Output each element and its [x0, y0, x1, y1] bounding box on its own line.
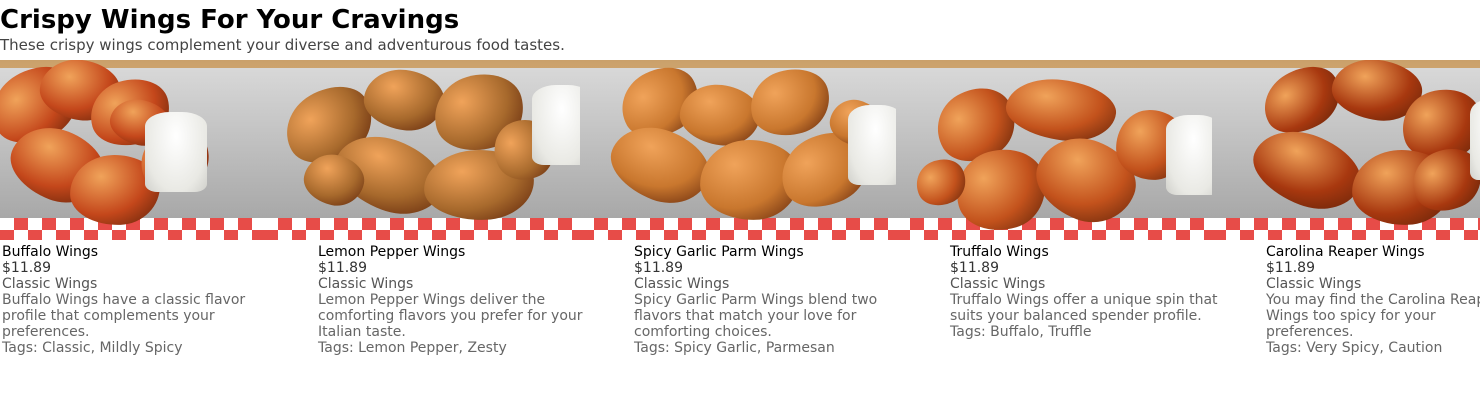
section-subtitle: These crispy wings complement your diver…: [0, 36, 565, 54]
item-tags: Tags: Very Spicy, Caution: [1266, 340, 1443, 356]
item-description: Buffalo Wings have a classic flavor prof…: [2, 292, 246, 340]
item-price: $11.89: [1266, 260, 1315, 276]
item-tags: Tags: Buffalo, Truffle: [950, 324, 1092, 340]
item-name: Buffalo Wings: [2, 244, 99, 260]
menu-card-truffalo[interactable]: Truffalo Wings $11.89 Classic Wings Truf…: [950, 244, 1230, 340]
item-category: Classic Wings: [950, 276, 1046, 292]
item-price: $11.89: [318, 260, 367, 276]
item-price: $11.89: [950, 260, 999, 276]
ranch-cup: [848, 105, 896, 185]
item-description-text: You may find the Carolina Reaper Wings t…: [1266, 292, 1480, 340]
item-price: $11.89: [2, 260, 51, 276]
item-category: Classic Wings: [634, 276, 730, 292]
item-description: Lemon Pepper Wings deliver the comfortin…: [318, 292, 583, 340]
wings-image-strip: [0, 60, 1480, 240]
item-category: Classic Wings: [1266, 276, 1362, 292]
ranch-cup: [145, 112, 207, 192]
section-header: Crispy Wings For Your Cravings These cri…: [0, 4, 565, 54]
item-tags: Tags: Classic, Mildly Spicy: [2, 340, 183, 356]
item-category: Classic Wings: [318, 276, 414, 292]
item-description: You may find the Carolina Reaper Wings t…: [1266, 292, 1480, 340]
item-name: Lemon Pepper Wings: [318, 244, 466, 260]
menu-card-carolina-reaper[interactable]: Carolina Reaper Wings $11.89 Classic Win…: [1266, 244, 1480, 356]
menu-card-buffalo[interactable]: Buffalo Wings $11.89 Classic Wings Buffa…: [2, 244, 260, 356]
ranch-cup: [1470, 100, 1480, 180]
item-category: Classic Wings: [2, 276, 98, 292]
item-price: $11.89: [634, 260, 683, 276]
item-tags: Tags: Spicy Garlic, Parmesan: [634, 340, 835, 356]
section-title: Crispy Wings For Your Cravings: [0, 5, 460, 35]
wing-photo-lemon-pepper[interactable]: [264, 60, 580, 240]
item-tags: Tags: Lemon Pepper, Zesty: [318, 340, 507, 356]
ranch-cup: [532, 85, 580, 165]
item-description: Spicy Garlic Parm Wings blend two flavor…: [634, 292, 878, 340]
wing-photo-spicy-garlic-parm[interactable]: [580, 60, 896, 240]
item-name: Spicy Garlic Parm Wings: [634, 244, 804, 260]
item-name: Truffalo Wings: [950, 244, 1049, 260]
menu-card-lemon-pepper[interactable]: Lemon Pepper Wings $11.89 Classic Wings …: [318, 244, 590, 356]
item-description: Truffalo Wings offer a unique spin that …: [950, 292, 1218, 324]
wing-photo-truffalo[interactable]: [896, 60, 1212, 240]
wing-photo-buffalo[interactable]: [0, 60, 264, 240]
ranch-cup: [1166, 115, 1212, 195]
item-name: Carolina Reaper Wings: [1266, 244, 1425, 260]
menu-card-spicy-garlic-parm[interactable]: Spicy Garlic Parm Wings $11.89 Classic W…: [634, 244, 896, 356]
wing-photo-carolina-reaper[interactable]: [1212, 60, 1480, 240]
